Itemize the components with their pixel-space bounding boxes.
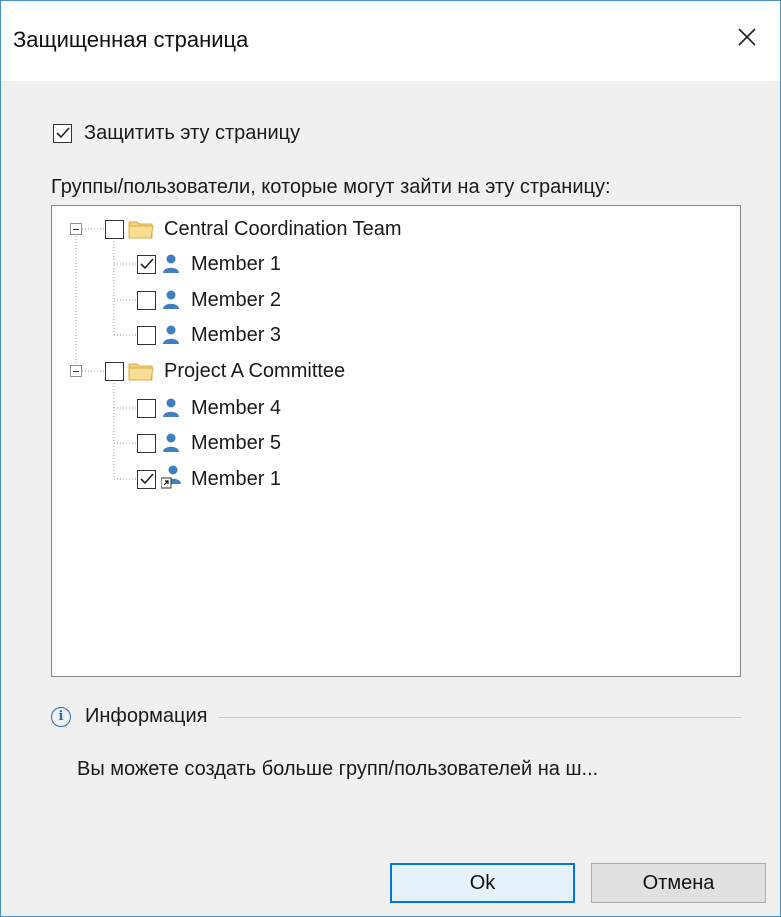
tree-group-node[interactable]: Central Coordination Team [70, 212, 402, 246]
member-label: Member 5 [191, 431, 282, 454]
user-icon [163, 290, 179, 309]
tree-member-node[interactable]: Member 1 [137, 247, 281, 281]
user-icon [163, 398, 179, 417]
member-checkbox[interactable] [137, 254, 156, 274]
close-button[interactable] [714, 1, 780, 73]
title-bar: Защищенная страница [1, 1, 780, 81]
member-label: Member 1 [191, 252, 282, 275]
tree-member-node[interactable]: Member 5 [137, 426, 281, 460]
user-icon [163, 325, 179, 344]
member-checkbox[interactable] [137, 290, 156, 310]
user-shortcut-icon [160, 465, 181, 488]
info-title: Информация [85, 705, 208, 727]
member-label: Member 1 [191, 467, 282, 490]
member-label: Member 2 [191, 288, 282, 311]
cancel-button[interactable]: Отмена [591, 863, 766, 903]
checkmark-icon [56, 127, 70, 139]
user-icon [163, 433, 179, 452]
member-checkbox[interactable] [137, 325, 156, 345]
tree-group-node[interactable]: Project A Committee [70, 354, 345, 388]
checkmark-icon [140, 257, 154, 269]
info-header: i Информация [51, 705, 741, 728]
collapse-toggle[interactable] [70, 223, 82, 235]
folder-icon [128, 363, 154, 381]
group-label: Project A Committee [164, 359, 346, 382]
groups-users-tree[interactable]: Central Coordination Team Member 1 Membe… [51, 205, 741, 677]
groups-users-label: Группы/пользователи, которые могут зайти… [51, 176, 611, 198]
info-divider [219, 717, 741, 718]
protect-page-checkbox[interactable] [53, 124, 72, 143]
info-section: i Информация Вы можете создать больше гр… [51, 705, 741, 781]
checkmark-icon [140, 472, 154, 484]
tree-member-node[interactable]: Member 3 [137, 318, 281, 352]
member-checkbox[interactable] [137, 469, 156, 489]
folder-icon [128, 221, 154, 239]
member-checkbox[interactable] [137, 433, 156, 453]
group-label: Central Coordination Team [164, 217, 402, 240]
member-label: Member 4 [191, 396, 282, 419]
tree-member-node[interactable]: Member 4 [137, 391, 281, 425]
dialog-title: Защищенная страница [13, 27, 249, 52]
group-checkbox[interactable] [105, 361, 124, 381]
info-icon: i [51, 706, 71, 727]
member-checkbox[interactable] [137, 398, 156, 418]
dialog-window: Защищенная страница Защитить эту страниц… [0, 0, 781, 917]
tree-member-node[interactable]: Member 2 [137, 283, 281, 317]
info-text: Вы можете создать больше групп/пользоват… [77, 758, 599, 780]
tree-member-node[interactable]: Member 1 [137, 462, 281, 496]
dialog-body: Защитить эту страницу Группы/пользовател… [1, 81, 780, 916]
protect-page-checkbox-row[interactable]: Защитить эту страницу [53, 122, 300, 145]
protect-page-label: Защитить эту страницу [84, 122, 301, 144]
group-checkbox[interactable] [105, 219, 124, 239]
collapse-toggle[interactable] [70, 365, 82, 377]
ok-button[interactable]: Ok [390, 863, 575, 903]
user-icon [163, 254, 179, 273]
member-label: Member 3 [191, 323, 282, 346]
close-icon [738, 28, 756, 46]
